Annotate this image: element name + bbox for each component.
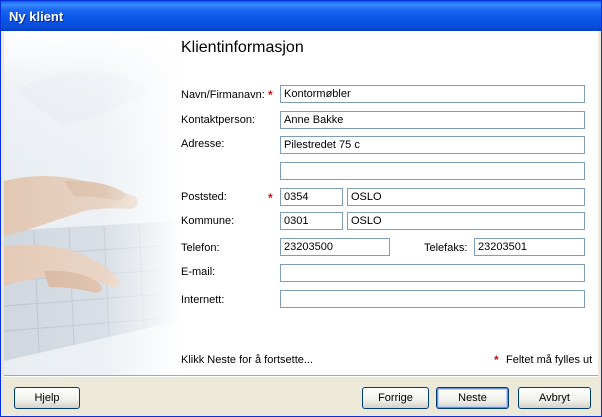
municipality-name-field[interactable] [347,212,585,230]
contact-field[interactable] [280,111,585,129]
phone-field[interactable] [280,238,390,256]
help-button[interactable]: Hjelp [14,387,80,409]
name-label: Navn/Firmanavn: [181,89,265,101]
required-marker: * [268,191,273,205]
next-button[interactable]: Neste [436,387,509,409]
address-label: Adresse: [181,138,225,150]
keyboard-hands-illustration [4,31,184,375]
municipality-label: Kommune: [181,215,235,227]
postal-label: Poststed: [181,191,227,203]
dialog-window: Ny klient Klientinformasjon Navn/Firmana… [0,0,602,417]
dialog-content: Klientinformasjon Navn/Firmanavn: * Kont… [4,31,598,375]
municipality-code-field[interactable] [280,212,343,230]
cancel-button[interactable]: Avbryt [518,387,591,409]
fax-field[interactable] [474,238,585,256]
continue-hint: Klikk Neste for å fortsette... [181,354,314,366]
required-marker: * [268,88,273,102]
page-heading: Klientinformasjon [181,39,304,56]
window-title: Ny klient [9,9,64,24]
name-field[interactable] [280,85,585,103]
website-field[interactable] [280,290,585,308]
fax-label: Telefaks: [424,242,468,254]
footer-divider-highlight [4,376,598,377]
email-label: E-mail: [181,266,216,278]
title-bar[interactable]: Ny klient [1,1,601,31]
postal-code-field[interactable] [280,188,343,206]
back-button[interactable]: Forrige [362,387,429,409]
website-label: Internett: [181,294,225,306]
email-field[interactable] [280,264,585,282]
postal-place-field[interactable] [347,188,585,206]
address-line1-field[interactable] [280,136,585,154]
required-note: Feltet må fylles ut [506,354,593,366]
address-line2-field[interactable] [280,162,585,180]
required-marker: * [494,353,499,367]
phone-label: Telefon: [181,242,220,254]
contact-label: Kontaktperson: [181,114,255,126]
